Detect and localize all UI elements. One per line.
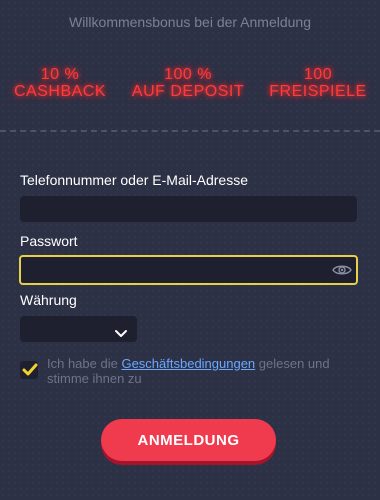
bonus-freespins: 100 FREISPIELE (262, 66, 374, 100)
bonus-value: 100 (303, 66, 333, 83)
bonus-value: 100 % (164, 66, 212, 83)
eye-icon[interactable] (332, 262, 352, 278)
chevron-down-icon (115, 324, 127, 337)
password-input[interactable] (19, 255, 358, 285)
submit-button[interactable]: ANMELDUNG (101, 419, 276, 461)
bonus-deposit: 100 % AUF DEPOSIT (128, 66, 248, 100)
bonus-value: 10 % (40, 66, 80, 83)
login-input[interactable] (20, 196, 357, 222)
terms-before: Ich habe die (47, 356, 122, 371)
terms-text: Ich habe die Geschäftsbedingungen gelese… (47, 356, 347, 386)
check-icon (21, 361, 39, 383)
bonus-label: FREISPIELE (269, 83, 367, 100)
bonus-row: 10 % CASHBACK 100 % AUF DEPOSIT 100 FREI… (0, 66, 380, 106)
currency-select[interactable] (20, 316, 137, 342)
currency-label: Währung (20, 292, 77, 308)
terms-link[interactable]: Geschäftsbedingungen (121, 356, 255, 371)
bonus-label: CASHBACK (13, 83, 107, 100)
dashed-divider (0, 130, 380, 132)
terms-checkbox[interactable] (20, 361, 38, 379)
bonus-label: AUF DEPOSIT (131, 83, 245, 100)
welcome-title: Willkommensbonus bei der Anmeldung (68, 14, 311, 30)
bonus-cashback: 10 % CASHBACK (6, 66, 114, 100)
password-label: Passwort (20, 233, 78, 249)
login-label: Telefonnummer oder E-Mail-Adresse (20, 172, 248, 188)
